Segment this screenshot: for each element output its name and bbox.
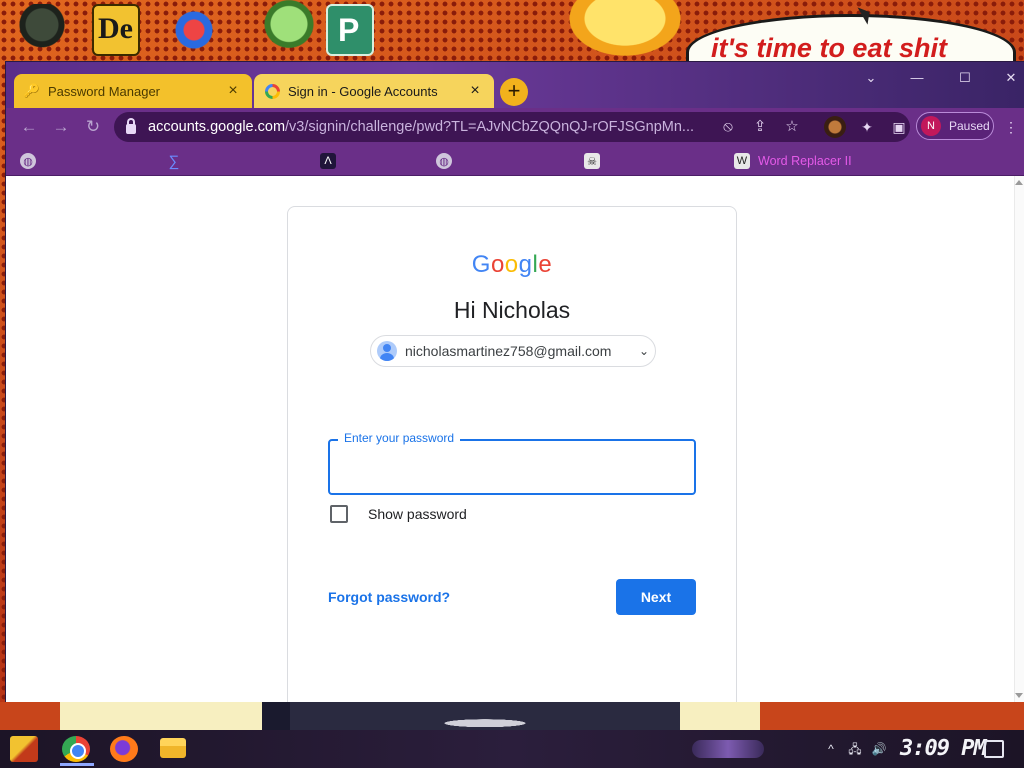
page-content: Google Hi Nicholas nicholasmartinez758@g… [6, 176, 1024, 702]
greeting-heading: Hi Nicholas [453, 297, 571, 323]
url-path: /v3/signin/challenge/pwd?TL=AJvNCbZQQnQJ… [285, 119, 695, 135]
number-2-app-icon[interactable] [170, 4, 218, 56]
close-window-button[interactable]: ✕ [988, 66, 1024, 90]
share-icon[interactable]: ⇪ [750, 118, 770, 136]
bookmark-item[interactable]: ∑ [166, 152, 190, 170]
tab-password-manager[interactable]: 🔑 Password Manager × [14, 74, 252, 108]
bookmark-item[interactable]: Λ [320, 152, 344, 170]
browser-window: 🔑 Password Manager × Sign in - Google Ac… [6, 62, 1024, 702]
profile-avatar: N [921, 116, 941, 136]
tray-overflow-icon[interactable]: ^ [822, 740, 840, 758]
active-app-indicator [60, 763, 94, 766]
eye-off-icon[interactable]: ⦸ [718, 118, 738, 136]
signin-card: Google Hi Nicholas nicholasmartinez758@g… [287, 206, 737, 702]
forgot-password-link[interactable]: Forgot password? [328, 589, 450, 605]
tab-label: Sign in - Google Accounts [288, 83, 438, 99]
extension-avatar-icon[interactable] [824, 116, 846, 138]
bookmark-item[interactable]: ◍ [20, 152, 44, 170]
google-logo: Google [288, 251, 736, 279]
address-bar[interactable]: accounts.google.com/v3/signin/challenge/… [114, 112, 910, 142]
sigma-icon: ∑ [168, 152, 180, 170]
url-text[interactable]: accounts.google.com/v3/signin/challenge/… [148, 119, 708, 135]
taskbar-decoration [692, 740, 764, 758]
bookmark-label: Word Replacer II [758, 154, 852, 168]
helmet-app-icon[interactable] [18, 4, 66, 56]
chrome-icon[interactable] [62, 736, 90, 762]
password-label: Enter your password [338, 431, 461, 445]
google-icon [264, 83, 280, 99]
tab-close-button[interactable]: × [224, 82, 242, 100]
logo-letter: o [504, 251, 519, 278]
taskbar: ^ 🖧 🔊 3:09 PM [0, 730, 1024, 768]
account-email: nicholasmartinez758@gmail.com [405, 343, 612, 359]
tab-google-sign-in[interactable]: Sign in - Google Accounts × [254, 74, 494, 108]
maximize-button[interactable]: ☐ [942, 66, 988, 90]
tab-search-button[interactable]: ⌄ [848, 66, 894, 90]
speech-bubble-text: it's time to eat shit [711, 33, 947, 63]
url-host: accounts.google.com [148, 119, 286, 135]
publisher-app-icon[interactable]: P [326, 4, 374, 56]
bookmark-item[interactable]: ☠ [584, 152, 608, 170]
next-button[interactable]: Next [616, 579, 696, 615]
browser-menu-icon[interactable]: ⋮ [1000, 116, 1022, 138]
browser-toolbar: ← → ↻ accounts.google.com/v3/signin/chal… [6, 108, 1024, 146]
word-replacer-icon: W [734, 153, 750, 169]
start-button[interactable] [10, 736, 38, 762]
page-scrollbar[interactable] [1014, 176, 1024, 702]
scroll-up-arrow-icon[interactable] [1015, 180, 1023, 185]
tab-close-button[interactable]: × [466, 82, 484, 100]
reload-button[interactable]: ↻ [82, 116, 104, 138]
firefox-icon[interactable] [110, 736, 138, 762]
password-input[interactable] [342, 455, 682, 479]
back-button[interactable]: ← [18, 116, 40, 138]
show-password-option[interactable]: Show password [330, 505, 467, 523]
password-field[interactable]: Enter your password [328, 431, 696, 495]
bookmark-star-icon[interactable]: ☆ [782, 118, 802, 136]
logo-letter: G [471, 251, 491, 278]
character-app-icon[interactable] [252, 0, 326, 60]
side-panel-icon[interactable]: ▣ [888, 116, 910, 138]
skull-icon: ☠ [584, 153, 600, 169]
taskbar-clock[interactable]: 3:09 PM [900, 736, 987, 761]
key-icon: 🔑 [23, 83, 41, 98]
logo-letter: g [518, 251, 533, 278]
bookmark-word-replacer[interactable]: W Word Replacer II [734, 152, 852, 170]
wallpaper-character [560, 0, 690, 62]
profile-button[interactable]: N Paused [916, 112, 994, 140]
logo-letter: e [538, 251, 553, 278]
network-icon[interactable]: 🖧 [846, 740, 864, 758]
bookmarks-bar: ◍ ∑ Λ ◍ ☠ W Word Replacer II [6, 146, 1024, 176]
de-app-icon[interactable]: De [92, 4, 140, 56]
tab-label: Password Manager [48, 83, 160, 99]
logo-letter: o [490, 251, 505, 278]
tab-strip: 🔑 Password Manager × Sign in - Google Ac… [6, 62, 1024, 108]
lock-icon[interactable] [126, 118, 136, 134]
minimize-button[interactable]: — [894, 66, 940, 90]
de-app-icon-text: De [98, 12, 133, 45]
file-explorer-icon[interactable] [160, 738, 186, 758]
forward-button[interactable]: → [50, 116, 72, 138]
volume-icon[interactable]: 🔊 [870, 740, 888, 758]
bookmark-item[interactable]: ◍ [436, 152, 460, 170]
account-chooser[interactable]: nicholasmartinez758@gmail.com ⌄ [370, 335, 656, 367]
globe-icon: ◍ [20, 153, 36, 169]
lambda-icon: Λ [320, 153, 336, 169]
show-password-checkbox[interactable] [330, 505, 348, 523]
profile-status: Paused [949, 119, 990, 133]
scroll-down-arrow-icon[interactable] [1015, 693, 1023, 698]
account-avatar-icon [377, 341, 397, 361]
new-tab-button[interactable]: + [500, 78, 528, 106]
chevron-down-icon: ⌄ [638, 344, 650, 358]
publisher-app-icon-text: P [338, 12, 360, 48]
show-password-label[interactable]: Show password [368, 506, 467, 522]
notifications-icon[interactable] [984, 740, 1004, 758]
globe-icon: ◍ [436, 153, 452, 169]
extensions-puzzle-icon[interactable]: ✦ [856, 116, 878, 138]
